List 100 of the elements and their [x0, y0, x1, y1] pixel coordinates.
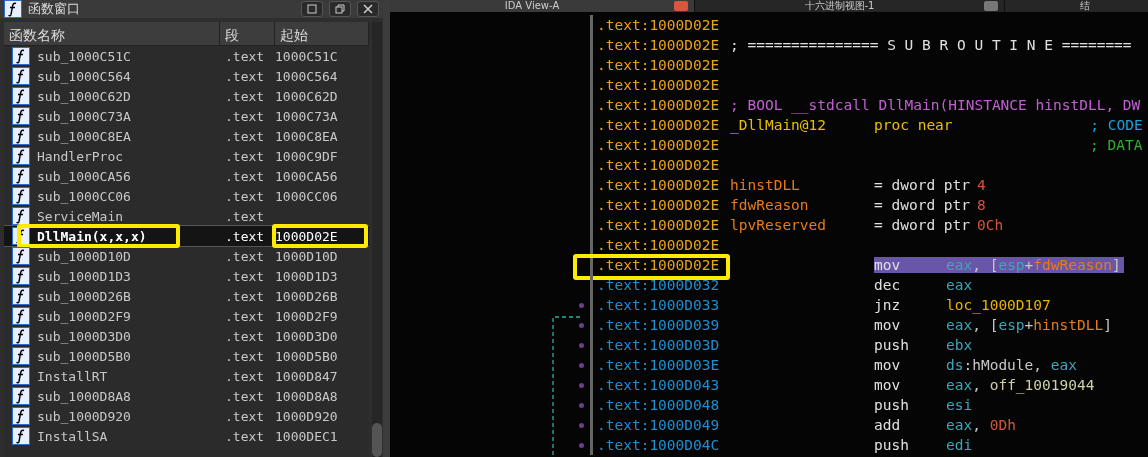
address-text: .text:1000D02E: [597, 217, 721, 233]
segment-cell-text: .text: [224, 348, 266, 364]
operand-text: esi: [946, 397, 974, 413]
function-name[interactable]: sub_1000C73A: [37, 108, 222, 124]
mnemonic-text: mov: [874, 317, 902, 333]
address-text: .text:1000D02E: [597, 57, 721, 73]
segment-cell-text: .text: [224, 68, 266, 84]
function-name[interactable]: sub_1000D2F9: [37, 308, 222, 324]
address-cell: 1000D2F9: [275, 308, 338, 324]
address-cell: 1000CA56: [275, 168, 338, 184]
segment-cell-text: .text: [224, 208, 266, 224]
address-cell: 1000D847: [275, 368, 338, 384]
function-name[interactable]: sub_1000C8EA: [37, 128, 222, 144]
function-name[interactable]: sub_1000C62D: [37, 88, 222, 104]
function-name[interactable]: sub_1000D920: [37, 408, 222, 424]
address-cell: 1000D5B0: [275, 348, 338, 364]
mnemonic-text: = dword ptr: [874, 217, 972, 233]
function-name[interactable]: sub_1000D8A8: [37, 388, 222, 404]
function-name[interactable]: InstallRT: [37, 368, 222, 384]
scroll-thumb[interactable]: [372, 423, 382, 457]
label-text: hinstDLL: [730, 177, 801, 193]
comment-text: ; DATA: [1090, 137, 1143, 153]
segment-cell-text: .text: [224, 308, 266, 324]
close-icon[interactable]: [984, 1, 998, 11]
address-text: .text:1000D02E: [597, 37, 721, 53]
view-tab[interactable]: 十六进制视图-1: [695, 0, 1005, 12]
function-name[interactable]: HandlerProc: [37, 148, 222, 164]
label-text: lpvReserved: [730, 217, 828, 233]
address-text: .text:1000D02E: [597, 177, 721, 193]
segment-cell-text: .text: [224, 408, 266, 424]
maximize-button[interactable]: [301, 1, 323, 17]
function-name[interactable]: sub_1000CC06: [37, 188, 222, 204]
address-cell: 1000D10D: [275, 248, 338, 264]
label-text: ; =============== S U B R O U T I N E ========: [730, 37, 1132, 53]
function-name[interactable]: sub_1000CA56: [37, 168, 222, 184]
address-text: .text:1000D02E: [597, 157, 721, 173]
address-cell: 1000C62D: [275, 88, 338, 104]
function-name[interactable]: ServiceMain: [37, 208, 222, 224]
operand-text: edi: [946, 437, 974, 453]
address-cell: 1000C8EA: [275, 128, 338, 144]
column-header[interactable]: 起始: [275, 22, 369, 46]
mnemonic-text: add: [874, 417, 902, 433]
address-cell: 1000C564: [275, 68, 338, 84]
function-name[interactable]: sub_1000D5B0: [37, 348, 222, 364]
address-cell: 1000D3D0: [275, 328, 338, 344]
address-text: .text:1000D04C: [597, 437, 721, 453]
mnemonic-text: push: [874, 437, 910, 453]
segment-cell-text: .text: [224, 168, 266, 184]
close-icon[interactable]: [674, 1, 688, 11]
close-button[interactable]: [357, 1, 379, 17]
operand-text: 4: [977, 177, 987, 193]
column-header[interactable]: 段: [220, 22, 275, 46]
view-tab[interactable]: 结: [1005, 0, 1148, 12]
mnemonic-text: mov: [874, 357, 902, 373]
address-cell: 1000D1D3: [275, 268, 338, 284]
address-cell: 1000C51C: [275, 48, 338, 64]
restore-button[interactable]: [329, 1, 351, 17]
segment-cell-text: .text: [224, 328, 266, 344]
address-text: .text:1000D02E: [597, 17, 721, 33]
function-name[interactable]: sub_1000D26B: [37, 288, 222, 304]
operand-text: ebx: [946, 337, 974, 353]
view-tab[interactable]: IDA View-A: [390, 0, 695, 12]
segment-cell-text: .text: [224, 148, 266, 164]
function-name[interactable]: sub_1000D10D: [37, 248, 222, 264]
close-icon: [363, 4, 373, 14]
mnemonic-text: jnz: [874, 297, 902, 313]
operand-text: eax, [esp+hinstDLL]: [946, 317, 1113, 333]
mnemonic-text: push: [874, 337, 910, 353]
address-text: .text:1000D02E: [597, 137, 721, 153]
address-text: .text:1000D02E: [597, 197, 721, 213]
mnemonic-text: = dword ptr: [874, 197, 972, 213]
address-cell: 1000D26B: [275, 288, 338, 304]
segment-cell-text: .text: [224, 368, 266, 384]
function-name[interactable]: sub_1000D1D3: [37, 268, 222, 284]
segment-cell-text: .text: [224, 188, 266, 204]
panel-title: 函数窗口: [28, 0, 81, 18]
operand-text: eax, off_10019044: [946, 377, 1096, 393]
address-cell: 1000D920: [275, 408, 338, 424]
square-icon: [307, 4, 317, 14]
operand-text: 0Ch: [977, 217, 1005, 233]
operand-text: ds:hModule, eax: [946, 357, 1078, 373]
mnemonic-text: mov: [874, 377, 902, 393]
segment-cell-text: .text: [224, 288, 266, 304]
function-name[interactable]: sub_1000D3D0: [37, 328, 222, 344]
operand-text: eax, 0Dh: [946, 417, 1017, 433]
function-name[interactable]: sub_1000C51C: [37, 48, 222, 64]
mnemonic-text: push: [874, 397, 910, 413]
column-header[interactable]: 函数名称: [4, 22, 220, 46]
function-name[interactable]: sub_1000C564: [37, 68, 222, 84]
label-text: _DllMain@12: [730, 117, 828, 133]
function-name[interactable]: InstallSA: [37, 428, 222, 444]
mnemonic-text: dec: [874, 277, 902, 293]
segment-cell-text: .text: [224, 248, 266, 264]
segment-cell-text: .text: [224, 268, 266, 284]
scrollbar[interactable]: [372, 22, 382, 457]
function-name[interactable]: DllMain(x,x,x): [37, 228, 222, 244]
segment-cell-text: .text: [224, 48, 266, 64]
segment-cell-text: .text: [224, 108, 266, 124]
operand-text: eax: [946, 277, 974, 293]
mnemonic-text: proc near: [874, 117, 953, 133]
